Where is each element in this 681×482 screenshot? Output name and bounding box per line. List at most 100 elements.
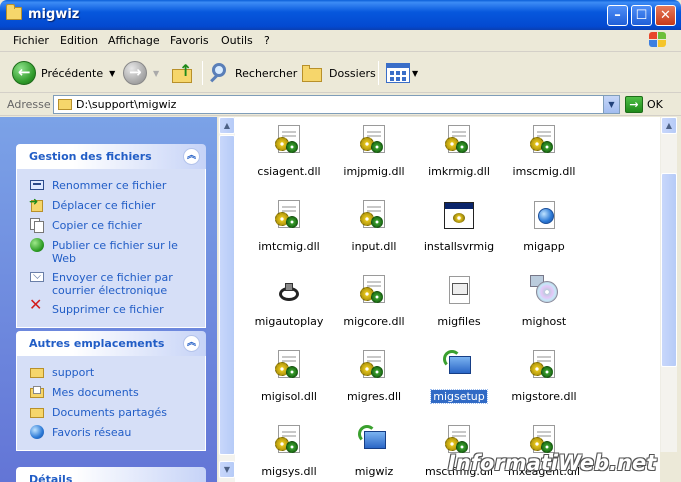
back-dropdown-icon[interactable]: ▼ <box>109 69 115 78</box>
collapse-icon[interactable]: ︽ <box>183 335 200 352</box>
file-item[interactable]: migres.dll <box>329 350 419 403</box>
menu-favorites[interactable]: Favoris <box>170 34 209 47</box>
file-item[interactable]: migsys.dll <box>244 425 334 478</box>
scroll-up-icon[interactable]: ▲ <box>219 117 235 134</box>
menu-help[interactable]: ? <box>264 34 270 47</box>
scroll-up-icon[interactable]: ▲ <box>661 117 677 134</box>
search-label: Rechercher <box>235 66 298 80</box>
file-item[interactable]: imjpmig.dll <box>329 125 419 178</box>
move-file-link[interactable]: ➜ Déplacer ce fichier <box>29 195 205 213</box>
file-name: migfiles <box>437 315 481 328</box>
dll-file-icon <box>358 200 390 232</box>
dll-file-icon <box>528 350 560 382</box>
my-documents-icon <box>29 384 45 400</box>
file-name: installsvrmig <box>423 240 495 253</box>
rename-icon <box>29 177 45 193</box>
folders-icon <box>302 64 324 82</box>
title-bar[interactable]: migwiz – ☐ ✕ <box>0 0 681 30</box>
file-item[interactable]: migfiles <box>414 275 504 328</box>
window-title: migwiz <box>28 7 80 22</box>
file-item[interactable]: migapp <box>499 200 589 253</box>
menu-edit[interactable]: Edition <box>60 34 98 47</box>
up-folder-icon: ↑ <box>172 61 194 83</box>
file-name: migres.dll <box>346 390 402 403</box>
other-places-title: Autres emplacements <box>29 337 165 350</box>
file-item[interactable]: migwiz <box>329 425 419 478</box>
views-button[interactable]: ▼ <box>386 59 418 87</box>
file-item[interactable]: migsetup <box>414 350 504 404</box>
file-view: csiagent.dll imjpmig.dll imkrmig.dll imscmi… <box>235 117 660 482</box>
file-name: migsetup <box>430 389 488 404</box>
place-support-link[interactable]: support <box>29 364 205 380</box>
views-dropdown-icon[interactable]: ▼ <box>412 69 418 78</box>
folders-button[interactable]: Dossiers <box>302 59 376 87</box>
file-item[interactable]: imtcmig.dll <box>244 200 334 253</box>
copy-file-link[interactable]: Copier ce fichier <box>29 217 205 233</box>
back-arrow-icon: ← <box>12 61 36 85</box>
dll-file-icon <box>273 125 305 157</box>
dll-file-icon <box>443 125 475 157</box>
file-name: imtcmig.dll <box>258 240 320 253</box>
watermark: InformatiWeb.net <box>448 451 657 475</box>
forward-dropdown-icon[interactable]: ▼ <box>153 69 159 78</box>
toolbar: ← Précédente ▼ → ▼ ↑ Rechercher Dossiers <box>0 53 681 93</box>
menu-tools[interactable]: Outils <box>221 34 253 47</box>
toolbar-separator <box>378 61 379 85</box>
folders-label: Dossiers <box>329 66 376 80</box>
other-places-header[interactable]: Autres emplacements ︽ <box>16 331 206 356</box>
collapse-icon[interactable]: ︽ <box>183 148 200 165</box>
address-input[interactable]: D:\support\migwiz ▼ <box>53 95 620 114</box>
rename-file-link[interactable]: Renommer ce fichier <box>29 177 205 193</box>
dll-file-icon <box>358 350 390 382</box>
file-item[interactable]: csiagent.dll <box>244 125 334 178</box>
file-item[interactable]: migautoplay <box>244 275 334 328</box>
scroll-down-icon[interactable]: ▼ <box>219 461 235 478</box>
publish-web-link[interactable]: Publier ce fichier sur le Web <box>29 237 205 265</box>
network-places-icon <box>29 424 45 440</box>
task-pane-scrollbar[interactable]: ▲ ▼ <box>218 117 235 482</box>
minimize-button[interactable]: – <box>607 5 628 26</box>
html-file-icon <box>528 200 560 232</box>
file-item[interactable]: migstore.dll <box>499 350 589 403</box>
search-button[interactable]: Rechercher <box>208 59 297 87</box>
file-name: csiagent.dll <box>257 165 321 178</box>
address-dropdown-icon[interactable]: ▼ <box>603 96 619 113</box>
file-item[interactable]: installsvrmig <box>414 200 504 253</box>
menu-view[interactable]: Affichage <box>108 34 160 47</box>
address-bar: Adresse D:\support\migwiz ▼ → OK <box>0 94 681 116</box>
file-item[interactable]: imkrmig.dll <box>414 125 504 178</box>
dll-file-icon <box>273 200 305 232</box>
setup-wizard-icon <box>443 350 475 382</box>
place-my-documents-link[interactable]: Mes documents <box>29 384 205 400</box>
move-icon: ➜ <box>29 195 45 213</box>
maximize-button[interactable]: ☐ <box>631 5 652 26</box>
file-item[interactable]: imscmig.dll <box>499 125 589 178</box>
windows-logo-icon <box>649 32 669 50</box>
go-label: OK <box>647 98 663 111</box>
scroll-thumb[interactable] <box>661 173 677 367</box>
file-item[interactable]: migisol.dll <box>244 350 334 403</box>
file-item[interactable]: migcore.dll <box>329 275 419 328</box>
place-network-link[interactable]: Favoris réseau <box>29 424 205 440</box>
delete-file-link[interactable]: ✕ Supprimer ce fichier <box>29 297 205 317</box>
back-button[interactable]: ← Précédente ▼ <box>12 59 115 87</box>
file-name: migapp <box>523 240 565 253</box>
forward-button[interactable]: → ▼ <box>123 59 159 87</box>
place-shared-documents-link[interactable]: Documents partagés <box>29 404 205 420</box>
executable-icon <box>443 200 475 232</box>
file-item[interactable]: input.dll <box>329 200 419 253</box>
go-button[interactable]: → OK <box>625 96 663 113</box>
file-item[interactable]: mighost <box>499 275 589 328</box>
up-folder-button[interactable]: ↑ <box>172 59 194 87</box>
menu-file[interactable]: Fichier <box>13 34 49 47</box>
file-name: migsys.dll <box>261 465 317 478</box>
details-header[interactable]: Détails <box>16 467 206 482</box>
email-file-link[interactable]: Envoyer ce fichier par courrier électron… <box>29 269 205 297</box>
file-tasks-title: Gestion des fichiers <box>29 150 152 163</box>
file-name: migautoplay <box>254 315 324 328</box>
file-tasks-header[interactable]: Gestion des fichiers ︽ <box>16 144 206 169</box>
close-button[interactable]: ✕ <box>655 5 676 26</box>
file-view-scrollbar[interactable]: ▲ <box>660 117 677 452</box>
search-icon <box>208 62 230 84</box>
scroll-thumb[interactable] <box>219 135 235 455</box>
